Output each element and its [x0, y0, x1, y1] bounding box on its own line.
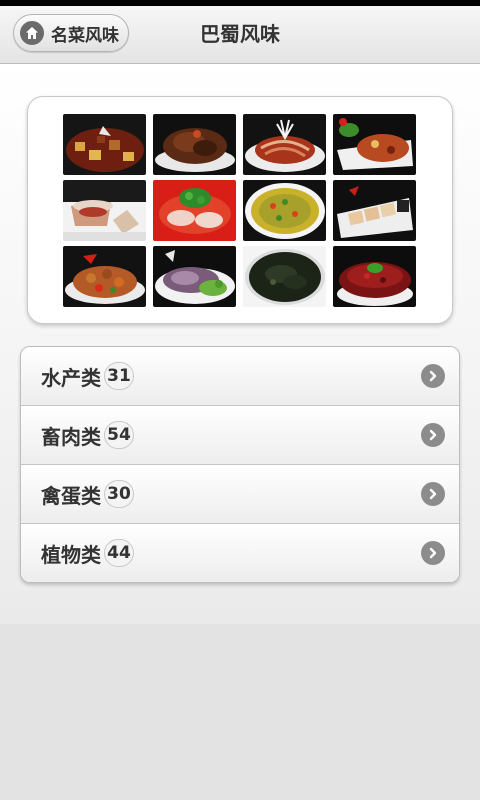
page-title: 巴蜀风味	[200, 22, 280, 46]
dish-photo	[333, 246, 416, 307]
empty-background	[0, 624, 480, 800]
dish-photo	[63, 180, 146, 241]
header-bar: 名菜风味 巴蜀风味	[0, 6, 480, 64]
count-badge: 44	[104, 539, 134, 567]
count-badge: 30	[104, 480, 134, 508]
count-badge: 31	[104, 362, 134, 390]
chevron-right-icon	[421, 364, 445, 388]
dish-photo	[333, 114, 416, 175]
category-label: 水产类	[41, 365, 101, 390]
dish-image-card	[27, 96, 453, 324]
dish-photo	[243, 114, 326, 175]
chevron-right-icon	[421, 482, 445, 506]
dish-photo	[63, 246, 146, 307]
main-content: 水产类 31 畜肉类 54 禽蛋类 30 植物类 44	[0, 64, 480, 624]
category-label: 禽蛋类	[41, 483, 101, 508]
dish-photo	[243, 246, 326, 307]
chevron-right-icon	[421, 423, 445, 447]
category-label: 植物类	[41, 542, 101, 567]
category-label: 畜肉类	[41, 424, 101, 449]
dish-photo	[333, 180, 416, 241]
dish-photo	[153, 114, 236, 175]
category-item-vegetable[interactable]: 植物类 44	[21, 524, 459, 582]
dish-photo	[153, 246, 236, 307]
category-item-poultry-egg[interactable]: 禽蛋类 30	[21, 465, 459, 524]
category-item-aquatic[interactable]: 水产类 31	[21, 347, 459, 406]
dish-photo	[153, 180, 236, 241]
category-list: 水产类 31 畜肉类 54 禽蛋类 30 植物类 44	[20, 346, 460, 583]
dish-photo-grid	[63, 114, 418, 307]
dish-photo	[243, 180, 326, 241]
count-badge: 54	[104, 421, 134, 449]
dish-photo	[63, 114, 146, 175]
chevron-right-icon	[421, 541, 445, 565]
category-item-livestock[interactable]: 畜肉类 54	[21, 406, 459, 465]
